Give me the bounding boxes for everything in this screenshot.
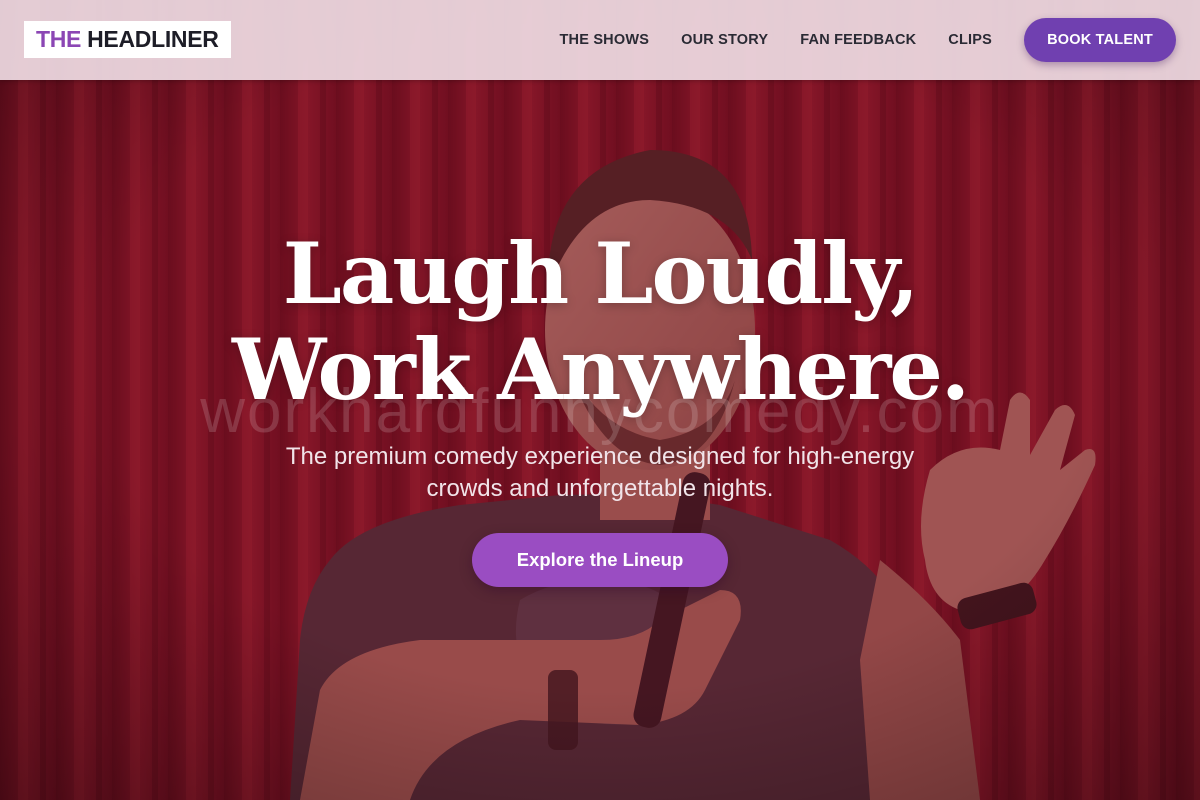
nav-link-our-story[interactable]: OUR STORY [681, 32, 768, 48]
logo-main-text: HEADLINER [87, 26, 219, 52]
landing-page: THE HEADLINER THE SHOWS OUR STORY FAN FE… [0, 0, 1200, 800]
hero-section: workhardfunnycomedy.com Laugh Loudly, Wo… [0, 0, 1200, 800]
explore-lineup-button[interactable]: Explore the Lineup [472, 533, 728, 587]
nav-link-the-shows[interactable]: THE SHOWS [559, 32, 649, 48]
main-nav: THE SHOWS OUR STORY FAN FEEDBACK CLIPS [527, 0, 992, 80]
logo-accent-text: THE [36, 26, 82, 52]
site-header: THE HEADLINER THE SHOWS OUR STORY FAN FE… [0, 0, 1200, 80]
hero-title-line-1: Laugh Loudly, [282, 224, 919, 323]
nav-link-clips[interactable]: CLIPS [948, 32, 992, 48]
hero-subtitle: The premium comedy experience designed f… [285, 443, 915, 502]
hero-title-line-2: Work Anywhere. [231, 320, 970, 419]
logo[interactable]: THE HEADLINER [24, 21, 231, 58]
nav-link-fan-feedback[interactable]: FAN FEEDBACK [800, 32, 916, 48]
book-talent-button[interactable]: BOOK TALENT [1024, 18, 1176, 62]
hero-title: Laugh Loudly, Work Anywhere. [0, 226, 1200, 418]
